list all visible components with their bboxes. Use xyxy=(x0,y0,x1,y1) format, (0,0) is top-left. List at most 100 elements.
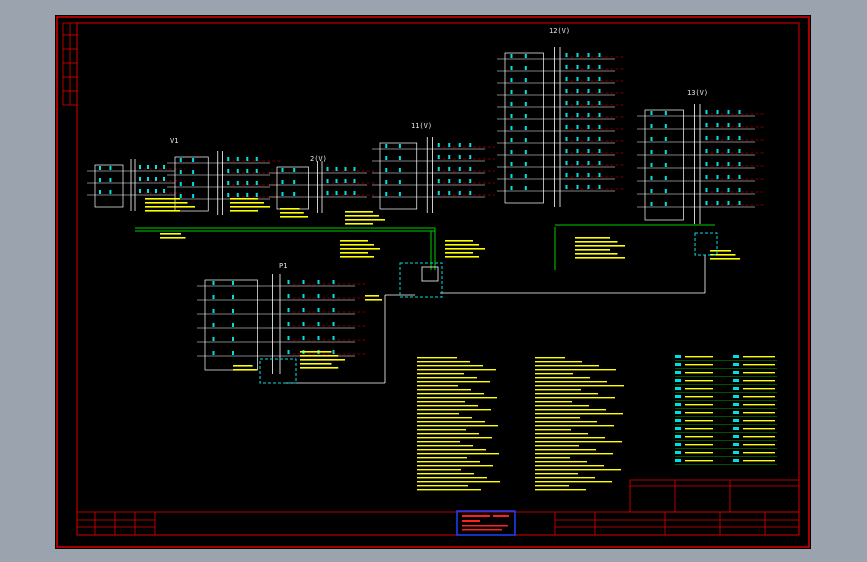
meter-box-icon xyxy=(565,101,568,105)
central-distribution-cabinet xyxy=(399,262,443,298)
meter-box-icon xyxy=(587,65,590,69)
note-line xyxy=(535,357,565,359)
meter-box-icon xyxy=(287,336,290,340)
note-line xyxy=(417,425,498,427)
stamp-lines xyxy=(462,515,509,531)
legend-symbol xyxy=(675,411,681,414)
legend-symbol xyxy=(733,427,739,430)
note-line xyxy=(535,469,621,471)
note-line xyxy=(417,433,479,435)
meter-box-icon xyxy=(236,193,239,197)
cable-spec-line xyxy=(575,241,618,243)
breaker-icon xyxy=(524,66,527,70)
meter-box-icon xyxy=(598,53,601,57)
note-line xyxy=(535,449,596,451)
cable-spec-line xyxy=(345,223,373,225)
meter-box-icon xyxy=(705,162,708,166)
meter-box-icon xyxy=(716,149,719,153)
legend-symbol xyxy=(675,419,681,422)
cable-spec-line xyxy=(345,211,373,213)
cable-spec-line xyxy=(145,198,180,200)
note-line xyxy=(417,401,465,403)
meter-box-icon xyxy=(139,189,141,193)
meter-box-icon xyxy=(287,308,290,312)
breaker-icon xyxy=(385,180,388,184)
meter-box-icon xyxy=(565,137,568,141)
meter-box-icon xyxy=(565,77,568,81)
legend-symbol xyxy=(675,443,681,446)
meter-box-icon xyxy=(716,201,719,205)
meter-box-icon xyxy=(716,110,719,114)
meter-box-icon xyxy=(302,280,305,284)
cable-spec-line xyxy=(300,351,332,353)
meter-box-icon xyxy=(576,161,579,165)
meter-box-icon xyxy=(236,157,239,161)
breaker-icon xyxy=(398,144,401,148)
breaker-icon xyxy=(99,178,101,182)
legend-text xyxy=(743,356,775,358)
meter-box-icon xyxy=(576,65,579,69)
meter-box-icon xyxy=(738,175,741,179)
breaker-icon xyxy=(510,54,513,58)
breaker-icon xyxy=(650,124,653,128)
meter-box-icon xyxy=(317,294,320,298)
breaker-icon xyxy=(192,170,195,174)
label-building-4: 12(V) xyxy=(549,27,570,35)
cable-spec-line xyxy=(445,240,473,242)
meter-box-icon xyxy=(147,189,149,193)
meter-box-icon xyxy=(147,165,149,169)
meter-box-icon xyxy=(716,123,719,127)
breaker-icon xyxy=(99,190,101,194)
meter-box-icon xyxy=(565,185,568,189)
cable-spec-line xyxy=(300,363,332,365)
cable-spec-line xyxy=(340,256,374,258)
meter-box-icon xyxy=(437,191,440,195)
legend-text xyxy=(685,388,713,390)
meter-box-icon xyxy=(598,125,601,129)
meter-box-icon xyxy=(287,280,290,284)
meter-box-icon xyxy=(587,173,590,177)
cable-spec-line xyxy=(710,250,731,252)
meter-box-icon xyxy=(437,167,440,171)
meter-box-icon xyxy=(458,191,461,195)
breaker-icon xyxy=(109,190,112,194)
legend-symbol xyxy=(675,371,681,374)
cable-spec-line xyxy=(445,252,473,254)
riser-shaft xyxy=(94,164,124,208)
breaker-icon xyxy=(293,192,296,196)
legend-text xyxy=(685,380,713,382)
note-line xyxy=(535,425,614,427)
cable-spec-line xyxy=(710,258,740,260)
note-line xyxy=(535,369,616,371)
meter-box-icon xyxy=(716,175,719,179)
meter-box-icon xyxy=(565,53,568,57)
meter-box-icon xyxy=(738,149,741,153)
meter-box-icon xyxy=(332,350,335,354)
cable-spec-line xyxy=(233,365,253,367)
note-line xyxy=(417,453,499,455)
meter-box-icon xyxy=(227,169,230,173)
note-line xyxy=(535,481,612,483)
breaker-icon xyxy=(293,180,296,184)
meter-box-icon xyxy=(576,77,579,81)
breaker-icon xyxy=(664,189,667,193)
note-line xyxy=(535,429,571,431)
meter-box-icon xyxy=(326,167,329,171)
p1-cabinet xyxy=(259,358,297,384)
note-line xyxy=(417,417,472,419)
meter-box-icon xyxy=(458,155,461,159)
note-line xyxy=(417,373,464,375)
meter-box-icon xyxy=(738,110,741,114)
note-line xyxy=(535,393,598,395)
note-line xyxy=(535,465,604,467)
legend-text xyxy=(685,420,713,422)
legend-symbol xyxy=(675,435,681,438)
meter-box-icon xyxy=(302,336,305,340)
riser-group xyxy=(637,104,765,224)
meter-box-icon xyxy=(705,201,708,205)
title-block xyxy=(76,479,800,536)
cable-spec-line xyxy=(575,257,625,259)
meter-box-icon xyxy=(576,149,579,153)
note-line xyxy=(535,397,615,399)
breaker-icon xyxy=(212,309,215,313)
